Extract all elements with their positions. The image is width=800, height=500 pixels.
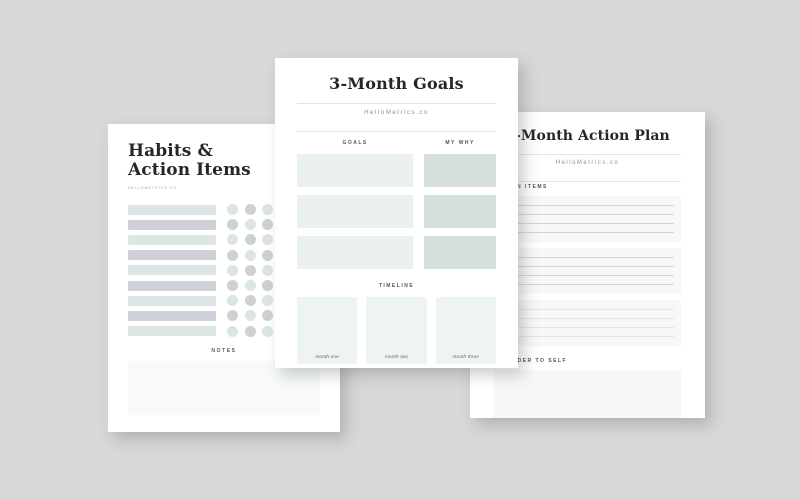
habit-check-dot[interactable] — [244, 264, 256, 276]
my-why-column-label: MY WHY — [445, 140, 475, 146]
timeline-label: TIMELINE — [378, 283, 415, 289]
action-item-row — [501, 201, 674, 210]
action-item-write-line[interactable] — [514, 309, 674, 310]
timeline-month-caption: month two — [384, 354, 408, 359]
action-item-row — [501, 332, 674, 341]
timeline-month-box[interactable]: month three — [435, 297, 496, 364]
my-why-input-box[interactable] — [424, 154, 496, 187]
timeline-month-box[interactable]: month one — [297, 297, 358, 364]
action-item-row — [501, 305, 674, 314]
my-why-input-box[interactable] — [424, 236, 496, 269]
sheet-3-month-goals[interactable]: 3-Month Goals HelloMetrics.co GOALS MY W… — [275, 58, 518, 368]
habit-check-dot[interactable] — [227, 234, 238, 246]
timeline-month-caption: month one — [315, 354, 339, 359]
action-item-row — [501, 228, 674, 237]
goal-input-box[interactable] — [297, 236, 414, 269]
habit-check-dot[interactable] — [262, 249, 273, 261]
action-item-row — [501, 219, 674, 228]
action-item-row — [501, 210, 674, 219]
habit-name-field[interactable] — [128, 219, 216, 230]
habit-check-dot[interactable] — [244, 325, 256, 337]
habit-check-dot[interactable] — [244, 310, 256, 322]
goal-input-box[interactable] — [297, 154, 414, 187]
habit-check-dot[interactable] — [227, 280, 238, 291]
action-item-block — [494, 300, 681, 346]
action-brand-line: HelloMetrics.co — [555, 160, 620, 166]
habit-check-dot[interactable] — [262, 204, 273, 216]
action-item-row — [501, 280, 674, 289]
goals-column: GOALS — [297, 140, 414, 269]
habit-check-dot[interactable] — [244, 234, 256, 246]
my-why-column: MY WHY — [424, 140, 496, 269]
action-item-write-line[interactable] — [514, 266, 674, 267]
action-plan-page-title: 3-Month Action Plan — [505, 128, 670, 144]
action-item-write-line[interactable] — [514, 205, 674, 206]
action-items-label: ACTION ITEMS — [494, 184, 548, 190]
habit-check-dot[interactable] — [227, 295, 238, 307]
action-item-row — [501, 271, 674, 280]
habit-name-field[interactable] — [128, 326, 216, 337]
action-item-row — [501, 253, 674, 262]
habit-check-dot[interactable] — [227, 310, 238, 322]
action-item-write-line[interactable] — [514, 257, 674, 258]
action-item-block — [494, 196, 681, 242]
habit-check-dot[interactable] — [244, 280, 256, 291]
my-why-box-list — [424, 154, 496, 269]
habit-name-field[interactable] — [128, 280, 216, 291]
timeline-month-caption: month three — [452, 354, 480, 359]
action-items-blocks — [494, 196, 681, 346]
goals-columns: GOALS MY WHY — [297, 140, 496, 269]
habit-name-field[interactable] — [128, 204, 216, 215]
reminder-to-self-label: REMINDER TO SELF — [494, 358, 568, 364]
action-item-write-line[interactable] — [514, 275, 674, 276]
habit-check-dot[interactable] — [227, 249, 238, 261]
habit-check-dot[interactable] — [244, 204, 256, 216]
habit-check-dot[interactable] — [244, 219, 256, 231]
action-item-block — [494, 248, 681, 294]
goals-brand-divider — [297, 131, 496, 132]
habit-check-dot[interactable] — [227, 204, 238, 216]
habit-name-field[interactable] — [128, 265, 216, 276]
action-item-write-line[interactable] — [514, 336, 674, 337]
goals-page-title: 3-Month Goals — [329, 74, 464, 93]
workspace-canvas: Habits & Action Items HelloMetrics.co NO… — [0, 0, 800, 500]
goals-box-list — [297, 154, 414, 269]
habit-name-field[interactable] — [128, 250, 216, 261]
timeline-month-box[interactable]: month two — [366, 297, 427, 364]
habit-name-field[interactable] — [128, 234, 216, 245]
goals-brand-line: HelloMetrics.co — [364, 109, 429, 116]
action-item-row — [501, 314, 674, 323]
habit-name-field[interactable] — [128, 310, 216, 321]
action-brand-divider — [494, 181, 681, 182]
habit-check-dot[interactable] — [262, 219, 273, 231]
reminder-input-area[interactable] — [494, 370, 681, 418]
my-why-input-box[interactable] — [424, 195, 496, 228]
habit-check-dot[interactable] — [227, 325, 238, 337]
notes-input-area[interactable] — [128, 360, 320, 415]
habit-check-dot[interactable] — [262, 325, 273, 337]
action-item-row — [501, 323, 674, 332]
habit-check-dot[interactable] — [262, 295, 273, 307]
action-item-row — [501, 262, 674, 271]
habit-check-dot[interactable] — [262, 264, 273, 276]
habit-check-dot[interactable] — [262, 234, 273, 246]
habit-check-dot[interactable] — [262, 280, 273, 291]
habit-check-dot[interactable] — [244, 249, 256, 261]
habit-name-field[interactable] — [128, 295, 216, 306]
action-item-write-line[interactable] — [514, 223, 674, 224]
habit-check-dot[interactable] — [262, 310, 273, 322]
habit-check-dot[interactable] — [244, 295, 256, 307]
habit-check-dot[interactable] — [227, 264, 238, 276]
goal-input-box[interactable] — [297, 195, 414, 228]
action-item-write-line[interactable] — [514, 232, 674, 233]
habit-check-dot[interactable] — [227, 219, 238, 231]
action-item-write-line[interactable] — [514, 284, 674, 285]
timeline-columns: month one month two month three — [297, 297, 496, 364]
action-item-write-line[interactable] — [514, 318, 674, 319]
action-item-write-line[interactable] — [514, 214, 674, 215]
action-item-write-line[interactable] — [514, 327, 674, 328]
goals-column-label: GOALS — [342, 140, 368, 146]
